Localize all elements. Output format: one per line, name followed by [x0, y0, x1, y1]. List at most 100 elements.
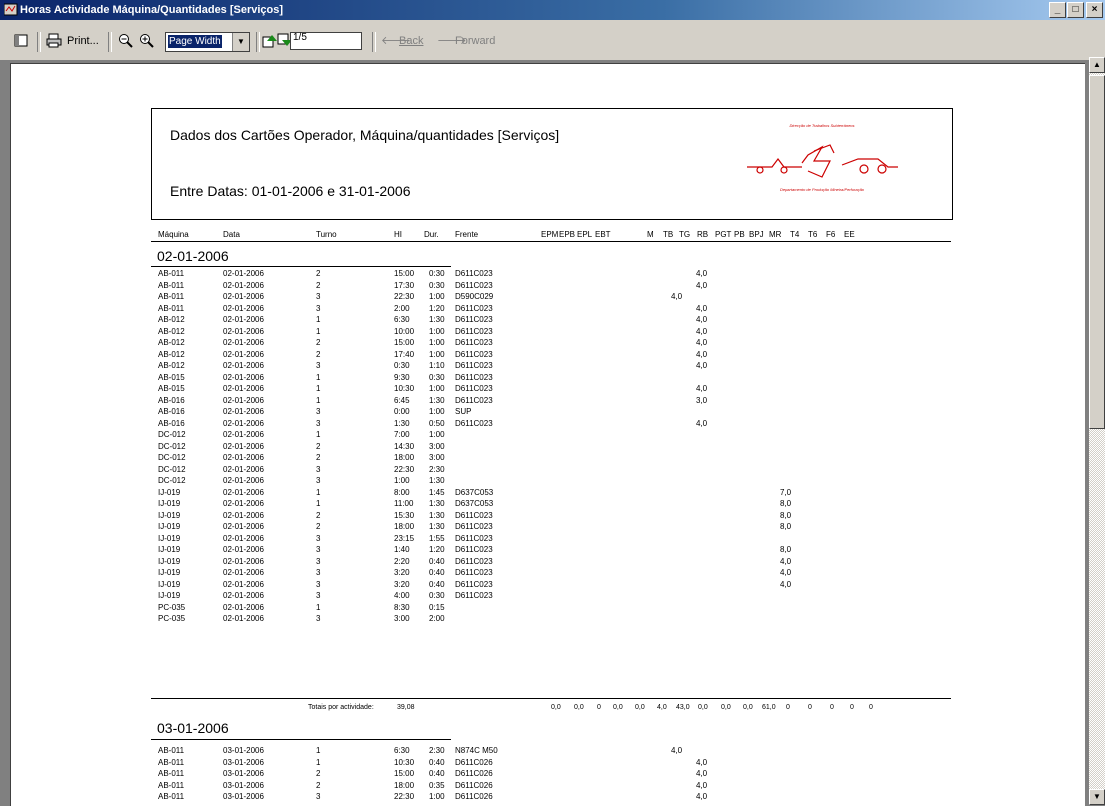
forward-button[interactable]: Forward [455, 32, 495, 50]
cell-d: 03-01-2006 [223, 746, 264, 755]
totals-value: 0 [786, 704, 790, 711]
cell-hi: 7:00 [394, 430, 410, 439]
cell-bpj: 8,0 [780, 522, 792, 531]
cell-bpj: 7,0 [780, 487, 792, 497]
cell-d: 02-01-2006 [223, 579, 264, 589]
logo-bottom-text: Departamento de Produção Mineira/Perfura… [780, 187, 865, 192]
cell-hi: 4:00 [394, 591, 410, 600]
table-row: IJ-019 02-01-2006 2 18:00 1:30 D611C023 8,0 [11, 521, 1085, 533]
table-row: AB-012 02-01-2006 1 6:30 1:30 D611C023 4,0 [11, 314, 1085, 326]
cell-m: DC-012 [158, 476, 186, 485]
table-row: AB-011 02-01-2006 3 2:00 1:20 D611C023 4,0 [11, 303, 1085, 315]
cell-dur: 0:30 [429, 280, 445, 290]
cell-m: IJ-019 [158, 579, 181, 589]
cell-t: 1 [316, 757, 321, 767]
minimize-button[interactable]: _ [1049, 2, 1066, 18]
totals-value: 0 [850, 704, 854, 711]
vertical-scrollbar[interactable]: ▲ ▼ [1089, 57, 1105, 805]
cell-t: 3 [316, 545, 321, 554]
cell-d: 02-01-2006 [223, 315, 264, 324]
cell-dur: 1:30 [429, 510, 445, 520]
cell-f: D611C023 [455, 579, 493, 589]
cell-t: 3 [316, 407, 321, 416]
cell-bpj: 8,0 [780, 499, 792, 508]
cell-t: 3 [316, 792, 321, 801]
back-button[interactable]: Back [399, 32, 423, 50]
column-header: RB [697, 230, 709, 239]
cell-f: D611C023 [455, 510, 493, 520]
cell-m: IJ-019 [158, 522, 181, 531]
cell-tg: 3,0 [696, 395, 708, 405]
cell-f: D611C023 [455, 303, 493, 313]
cell-d: 02-01-2006 [223, 602, 264, 612]
close-button[interactable]: × [1086, 2, 1103, 18]
cell-m: IJ-019 [158, 487, 181, 497]
cell-dur: 2:00 [429, 614, 445, 623]
chevron-down-icon[interactable]: ▼ [232, 33, 249, 51]
scroll-up-icon[interactable]: ▲ [1089, 57, 1105, 73]
cell-m: AB-011 [158, 757, 185, 767]
cell-m: IJ-019 [158, 499, 181, 508]
cell-f: D611C026 [455, 769, 493, 778]
cell-dur: 0:40 [429, 757, 445, 767]
table-row: IJ-019 02-01-2006 3 23:15 1:55 D611C023 [11, 533, 1085, 545]
cell-hi: 3:20 [394, 579, 410, 589]
header-underline [151, 241, 951, 242]
cell-m: AB-012 [158, 349, 185, 359]
cell-m: DC-012 [158, 453, 186, 462]
cell-t: 1 [316, 326, 321, 336]
print-button[interactable]: Print... [67, 32, 99, 50]
cell-dur: 1:00 [429, 292, 445, 301]
page-number-input[interactable]: 1/5 [290, 32, 362, 50]
table-row: AB-011 03-01-2006 1 10:30 0:40 D611C026 4,0 [11, 757, 1085, 769]
printer-icon[interactable] [46, 33, 62, 48]
cell-m: AB-016 [158, 395, 185, 405]
cell-hi: 22:30 [394, 292, 415, 301]
cell-t: 1 [316, 602, 321, 612]
cell-t: 3 [316, 591, 321, 600]
table-row: IJ-019 02-01-2006 3 3:20 0:40 D611C023 4,0 [11, 579, 1085, 591]
cell-hi: 23:15 [394, 533, 415, 543]
cell-m: AB-011 [158, 303, 185, 313]
zoom-select-value: Page Width [168, 35, 222, 48]
zoom-select[interactable]: Page Width ▼ [165, 32, 250, 52]
cell-hi: 1:40 [394, 545, 410, 554]
cell-hi: 3:20 [394, 568, 410, 577]
table-row: AB-015 02-01-2006 1 9:30 0:30 D611C023 [11, 372, 1085, 384]
cell-m: AB-011 [158, 746, 185, 755]
cell-tg: 4,0 [696, 757, 708, 767]
app-icon [4, 3, 18, 16]
totals-value: 0,0 [551, 704, 561, 711]
maximize-button[interactable]: □ [1067, 2, 1084, 18]
cell-hi: 6:45 [394, 395, 410, 405]
scroll-thumb[interactable] [1089, 75, 1105, 429]
cell-t: 1 [316, 384, 321, 393]
preview-toolbar: Print... Page Width ▼ 1/5 🡐 Back 🡒 Forwa… [0, 20, 1105, 61]
cell-m: IJ-019 [158, 568, 181, 577]
cell-tg: 4,0 [696, 780, 708, 790]
table-row: IJ-019 02-01-2006 1 8:00 1:45 D637C053 7,0 [11, 487, 1085, 499]
scroll-down-icon[interactable]: ▼ [1089, 789, 1105, 805]
toggle-tree-icon[interactable] [14, 34, 28, 48]
cell-dur: 0:40 [429, 579, 445, 589]
table-row: DC-012 02-01-2006 2 18:00 3:00 [11, 452, 1085, 464]
table-row: AB-015 02-01-2006 1 10:30 1:00 D611C023 4,0 [11, 383, 1085, 395]
cell-m: DC-012 [158, 430, 186, 439]
cell-hi: 10:30 [394, 384, 415, 393]
previous-page-icon[interactable] [262, 33, 278, 48]
table-row: DC-012 02-01-2006 3 22:30 2:30 [11, 464, 1085, 476]
cell-m: AB-011 [158, 792, 185, 801]
cell-hi: 14:30 [394, 441, 415, 451]
zoom-out-icon[interactable] [118, 33, 133, 48]
cell-dur: 0:40 [429, 556, 445, 566]
cell-t: 3 [316, 533, 321, 543]
table-row: DC-012 02-01-2006 3 1:00 1:30 [11, 475, 1085, 487]
zoom-in-icon[interactable] [139, 33, 154, 48]
column-header: EPM [541, 230, 559, 239]
cell-hi: 0:00 [394, 407, 410, 416]
cell-dur: 1:00 [429, 792, 445, 801]
cell-f: D611C023 [455, 349, 493, 359]
column-header: MR [769, 230, 782, 239]
cell-f: D611C023 [455, 591, 493, 600]
cell-f: D611C023 [455, 315, 493, 324]
